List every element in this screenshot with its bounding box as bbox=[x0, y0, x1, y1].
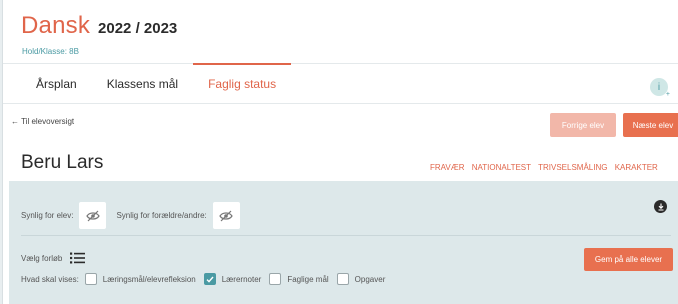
tab-klassens-maal[interactable]: Klassens mål bbox=[92, 64, 193, 104]
visible-for-parents-toggle[interactable] bbox=[212, 202, 240, 229]
tab-bar: Årsplan Klassens mål Faglig status bbox=[21, 63, 292, 104]
info-glyph: i bbox=[657, 81, 661, 93]
eye-slash-icon bbox=[86, 210, 100, 221]
checkbox-label: Faglige mål bbox=[287, 274, 329, 284]
tab-aarsplan[interactable]: Årsplan bbox=[21, 64, 92, 104]
select-course-label: Vælg forløb bbox=[21, 253, 63, 263]
check-icon bbox=[206, 276, 214, 283]
divider bbox=[3, 103, 678, 104]
download-icon[interactable] bbox=[654, 200, 667, 213]
download-arrow-icon bbox=[658, 203, 663, 211]
link-karakter[interactable]: KARAKTER bbox=[615, 163, 658, 172]
eye-slash-icon bbox=[219, 210, 233, 221]
visible-for-student-label: Synlig for elev: bbox=[21, 211, 74, 220]
list-icon[interactable] bbox=[70, 252, 86, 264]
checkbox-label: Lærernoter bbox=[221, 274, 262, 284]
visible-for-student-toggle[interactable] bbox=[79, 202, 107, 229]
back-to-student-overview-link[interactable]: ← Til elevoversigt bbox=[11, 117, 74, 126]
link-nationaltest[interactable]: NATIONALTEST bbox=[472, 163, 531, 172]
tab-faglig-status[interactable]: Faglig status bbox=[193, 63, 292, 104]
settings-panel: Synlig for elev: Synlig for forældre/and… bbox=[9, 181, 678, 304]
student-name: Beru Lars bbox=[21, 152, 104, 173]
info-icon[interactable]: i + bbox=[650, 78, 670, 98]
visible-for-parents-label: Synlig for forældre/andre: bbox=[116, 211, 207, 220]
main-card: Dansk 2022 / 2023 Hold/Klasse: 8B Årspla… bbox=[2, 0, 678, 304]
select-course-row: Vælg forløb bbox=[21, 252, 86, 264]
link-trivselsmaaling[interactable]: TRIVSELSMÅLING bbox=[538, 163, 607, 172]
next-student-button[interactable]: Næste elev bbox=[623, 113, 678, 137]
page-title: Dansk 2022 / 2023 bbox=[21, 12, 177, 40]
active-tab-caret bbox=[230, 104, 240, 109]
panel-divider bbox=[21, 235, 671, 236]
subject-title: Dansk bbox=[21, 12, 91, 39]
plus-icon: + bbox=[665, 91, 670, 98]
checkbox-faglige-maal[interactable] bbox=[269, 273, 282, 285]
show-options-row: Hvad skal vises: Læringsmål/elevrefleksi… bbox=[21, 273, 393, 285]
show-options-label: Hvad skal vises: bbox=[21, 274, 79, 284]
save-all-students-button[interactable]: Gem på alle elever bbox=[584, 248, 673, 271]
school-year: 2022 / 2023 bbox=[98, 20, 178, 37]
checkbox-laeringsmaal[interactable] bbox=[84, 273, 97, 285]
checkbox-label: Opgaver bbox=[354, 274, 386, 284]
link-fravaer[interactable]: FRAVÆR bbox=[430, 163, 465, 172]
checkbox-label: Læringsmål/elevrefleksion bbox=[102, 274, 196, 284]
class-label: Hold/Klasse: 8B bbox=[22, 47, 79, 56]
visibility-row: Synlig for elev: Synlig for forældre/and… bbox=[21, 202, 250, 229]
previous-student-button[interactable]: Forrige elev bbox=[550, 113, 616, 137]
student-links: FRAVÆR NATIONALTEST TRIVSELSMÅLING KARAK… bbox=[430, 163, 663, 172]
checkbox-opgaver[interactable] bbox=[336, 273, 349, 285]
checkbox-laerernoter[interactable] bbox=[203, 273, 216, 285]
